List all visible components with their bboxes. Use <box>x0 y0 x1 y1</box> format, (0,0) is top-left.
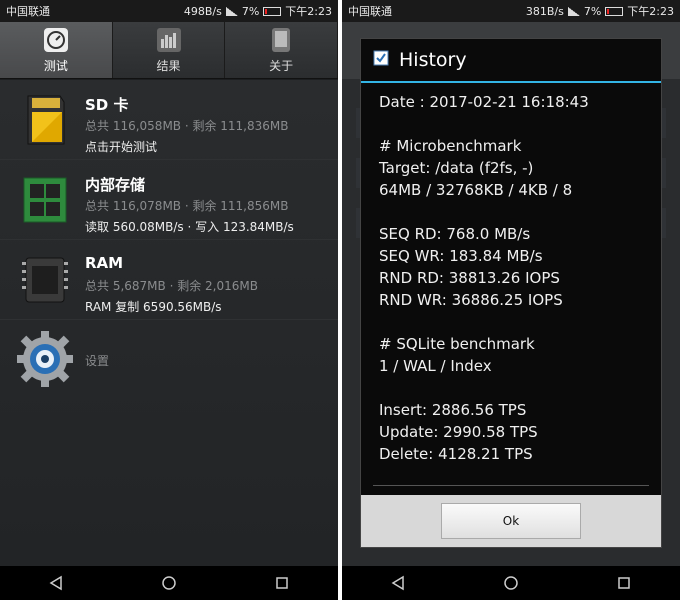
list-item-sd-card[interactable]: SD 卡 总共 116,058MB · 剩余 111,836MB 点击开始测试 <box>0 80 338 160</box>
status-bar: 中国联通 498B/s 7% 下午2:23 <box>0 0 338 22</box>
sqlite-insert: Insert: 2886.56 TPS <box>379 401 527 419</box>
micro-config: 64MB / 32768KB / 4KB / 8 <box>379 181 573 199</box>
item-detail: RAM 复制 6590.56MB/s <box>85 300 222 314</box>
sqlite-header: # SQLite benchmark <box>379 335 535 353</box>
seq-read: SEQ RD: 768.0 MB/s <box>379 225 531 243</box>
phone-icon <box>268 27 294 53</box>
history-dialog: History Date : 2017-02-21 16:18:43 # Mic… <box>360 38 662 548</box>
network-speed: 498B/s <box>183 4 222 18</box>
battery-percent: 7% <box>241 4 260 18</box>
back-icon[interactable] <box>388 573 408 593</box>
sqlite-mode: 1 / WAL / Index <box>379 357 492 375</box>
settings-item[interactable]: 设置 <box>0 320 338 390</box>
tab-bar: 测试 结果 关于 <box>0 22 338 79</box>
clock: 下午2:23 <box>627 5 674 18</box>
item-capacity: 总共 116,078MB · 剩余 111,856MB <box>85 199 289 213</box>
seq-write: SEQ WR: 183.84 MB/s <box>379 247 543 265</box>
tab-results[interactable]: 结果 <box>113 22 226 78</box>
bar-chart-icon <box>156 27 182 53</box>
list-item-ram[interactable]: RAM 总共 5,687MB · 剩余 2,016MB RAM 复制 6590.… <box>0 240 338 320</box>
recents-icon[interactable] <box>272 573 292 593</box>
item-detail: 点击开始测试 <box>85 140 158 154</box>
tab-about[interactable]: 关于 <box>225 22 338 78</box>
status-bar: 中国联通 381B/s 7% 下午2:23 <box>342 0 680 22</box>
carrier-label: 中国联通 <box>6 5 50 18</box>
sd-card-icon <box>20 92 70 148</box>
ok-button[interactable]: Ok <box>441 503 581 539</box>
tab-test[interactable]: 测试 <box>0 22 113 78</box>
sqlite-delete: Delete: 4128.21 TPS <box>379 445 533 463</box>
dialog-title: History <box>399 49 467 71</box>
nav-bar <box>342 566 680 600</box>
ram-chip-icon <box>20 252 70 308</box>
history-text: Date : 2017-02-21 16:18:43 # Microbenchm… <box>379 91 649 465</box>
recents-icon[interactable] <box>614 573 634 593</box>
battery-icon <box>263 6 282 16</box>
dialog-header: History <box>361 39 661 83</box>
sqlite-update: Update: 2990.58 TPS <box>379 423 538 441</box>
memory-chip-icon <box>20 172 70 228</box>
home-icon[interactable] <box>159 573 179 593</box>
item-capacity: 总共 116,058MB · 剩余 111,836MB <box>85 119 289 133</box>
item-capacity: 总共 5,687MB · 剩余 2,016MB <box>85 279 258 293</box>
rnd-write: RND WR: 36886.25 IOPS <box>379 291 563 309</box>
dialog-button-bar: Ok <box>361 495 661 547</box>
item-detail: 读取 560.08MB/s · 写入 123.84MB/s <box>85 220 294 234</box>
back-icon[interactable] <box>46 573 66 593</box>
item-name: 内部存储 <box>85 176 146 194</box>
network-speed: 381B/s <box>525 4 564 18</box>
tab-test-label: 测试 <box>43 58 68 73</box>
nav-bar <box>0 566 338 600</box>
settings-label: 设置 <box>85 354 110 368</box>
tab-results-label: 结果 <box>156 58 181 73</box>
carrier-label: 中国联通 <box>348 5 392 18</box>
gauge-icon <box>43 27 69 53</box>
micro-target: Target: /data (f2fs, -) <box>379 159 534 177</box>
signal-icon <box>225 6 238 16</box>
main-screen: 中国联通 498B/s 7% 下午2:23 测试 结果 关于 SD 卡 总共 1… <box>0 0 338 600</box>
clock: 下午2:23 <box>285 5 332 18</box>
micro-header: # Microbenchmark <box>379 137 522 155</box>
battery-icon <box>605 6 624 16</box>
storage-list: SD 卡 总共 116,058MB · 剩余 111,836MB 点击开始测试 … <box>0 80 338 566</box>
battery-percent: 7% <box>583 4 602 18</box>
item-name: SD 卡 <box>85 96 129 114</box>
tab-about-label: 关于 <box>269 58 294 73</box>
signal-icon <box>567 6 580 16</box>
list-item-internal-storage[interactable]: 内部存储 总共 116,078MB · 剩余 111,856MB 读取 560.… <box>0 160 338 240</box>
checklist-icon <box>373 50 389 70</box>
rnd-read: RND RD: 38813.26 IOPS <box>379 269 560 287</box>
home-icon[interactable] <box>501 573 521 593</box>
item-name: RAM <box>85 254 124 272</box>
gear-icon <box>16 330 74 388</box>
history-date: Date : 2017-02-21 16:18:43 <box>379 93 589 111</box>
history-screen: 中国联通 381B/s 7% 下午2:23 History Date : 201… <box>342 0 680 600</box>
